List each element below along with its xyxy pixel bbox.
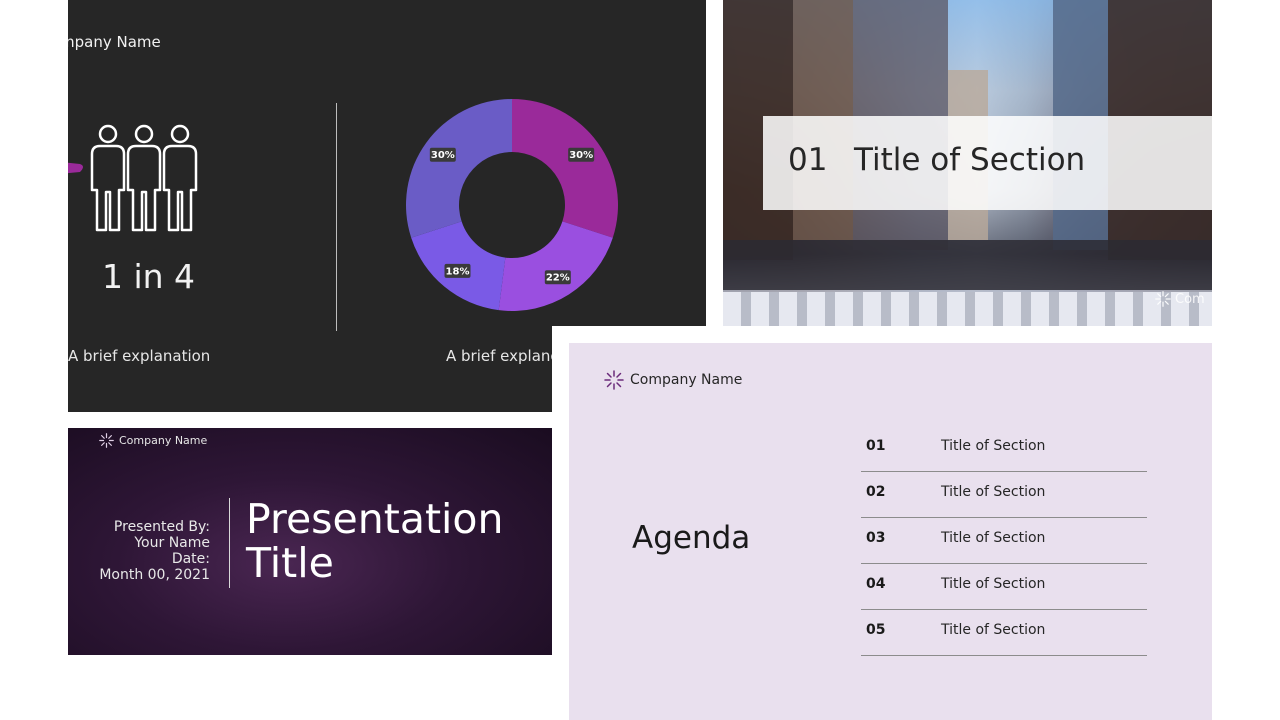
presentation-title-line-2: Title — [246, 539, 334, 587]
section-slide[interactable]: 01 Title of Section Com — [723, 0, 1212, 326]
donut-chart: 30% 22% 18% 30% — [406, 99, 618, 311]
agenda-item-title: Title of Section — [941, 576, 1046, 592]
agenda-item-title: Title of Section — [941, 622, 1046, 638]
title-slide[interactable]: Company Name Presented By: Your Name Dat… — [68, 428, 552, 655]
presentation-title: Presentation Title — [246, 497, 504, 585]
agenda-item-title: Title of Section — [941, 530, 1046, 546]
corner-logo: Com — [1155, 291, 1205, 307]
explanation-right: A brief explanc — [446, 347, 559, 365]
section-title-band: 01 Title of Section — [763, 116, 1212, 210]
data-label: 30% — [569, 150, 593, 161]
section-title: Title of Section — [854, 142, 1086, 178]
company-name: Company Name — [119, 434, 208, 447]
presented-by-label: Presented By: — [113, 519, 210, 535]
data-label: 30% — [431, 150, 455, 161]
agenda-item: 03 Title of Section — [861, 518, 1147, 564]
agenda-item-number: 02 — [866, 484, 886, 500]
agenda-item: 05 Title of Section — [861, 610, 1147, 656]
data-label: 18% — [446, 266, 470, 277]
crosswalk-shape — [723, 292, 1212, 326]
company-logo-icon — [99, 433, 114, 448]
presenter-block: Presented By: Your Name Date: Month 00, … — [99, 519, 210, 583]
donut-slice — [498, 221, 613, 311]
vertical-divider — [336, 103, 337, 331]
company-name: mpany Name — [68, 33, 161, 51]
people-icon — [68, 124, 198, 232]
company-logo-icon — [604, 370, 624, 390]
presentation-title-line-1: Presentation — [246, 495, 504, 543]
date-label: Date: — [171, 551, 210, 567]
agenda-item: 01 Title of Section — [861, 426, 1147, 472]
agenda-item-number: 04 — [866, 576, 886, 592]
agenda-content: Company Name Agenda 01 Title of Section … — [569, 343, 1212, 720]
agenda-title: Agenda — [632, 520, 751, 556]
agenda-item-number: 01 — [866, 438, 886, 454]
presentation-date: Month 00, 2021 — [99, 567, 210, 583]
presenter-name: Your Name — [134, 535, 210, 551]
agenda-item: 02 Title of Section — [861, 472, 1147, 518]
company-header: Company Name — [604, 370, 742, 390]
section-number: 01 — [788, 142, 828, 178]
data-label: 22% — [546, 273, 570, 284]
company-name: Company Name — [630, 372, 743, 388]
agenda-item-number: 03 — [866, 530, 886, 546]
street-shape — [723, 240, 1212, 290]
explanation-left: A brief explanation — [68, 347, 211, 365]
donut-slice — [406, 99, 512, 238]
stat-value: 1 in 4 — [102, 257, 196, 296]
donut-slice — [512, 99, 618, 238]
agenda-item: 04 Title of Section — [861, 564, 1147, 610]
company-logo-icon — [1155, 291, 1171, 307]
agenda-slide[interactable]: Company Name Agenda 01 Title of Section … — [552, 326, 1212, 720]
agenda-item-title: Title of Section — [941, 484, 1046, 500]
corner-logo-text: Com — [1175, 291, 1205, 307]
agenda-item-number: 05 — [866, 622, 886, 638]
title-divider — [229, 498, 230, 588]
agenda-item-title: Title of Section — [941, 438, 1046, 454]
company-header: Company Name — [99, 433, 207, 448]
